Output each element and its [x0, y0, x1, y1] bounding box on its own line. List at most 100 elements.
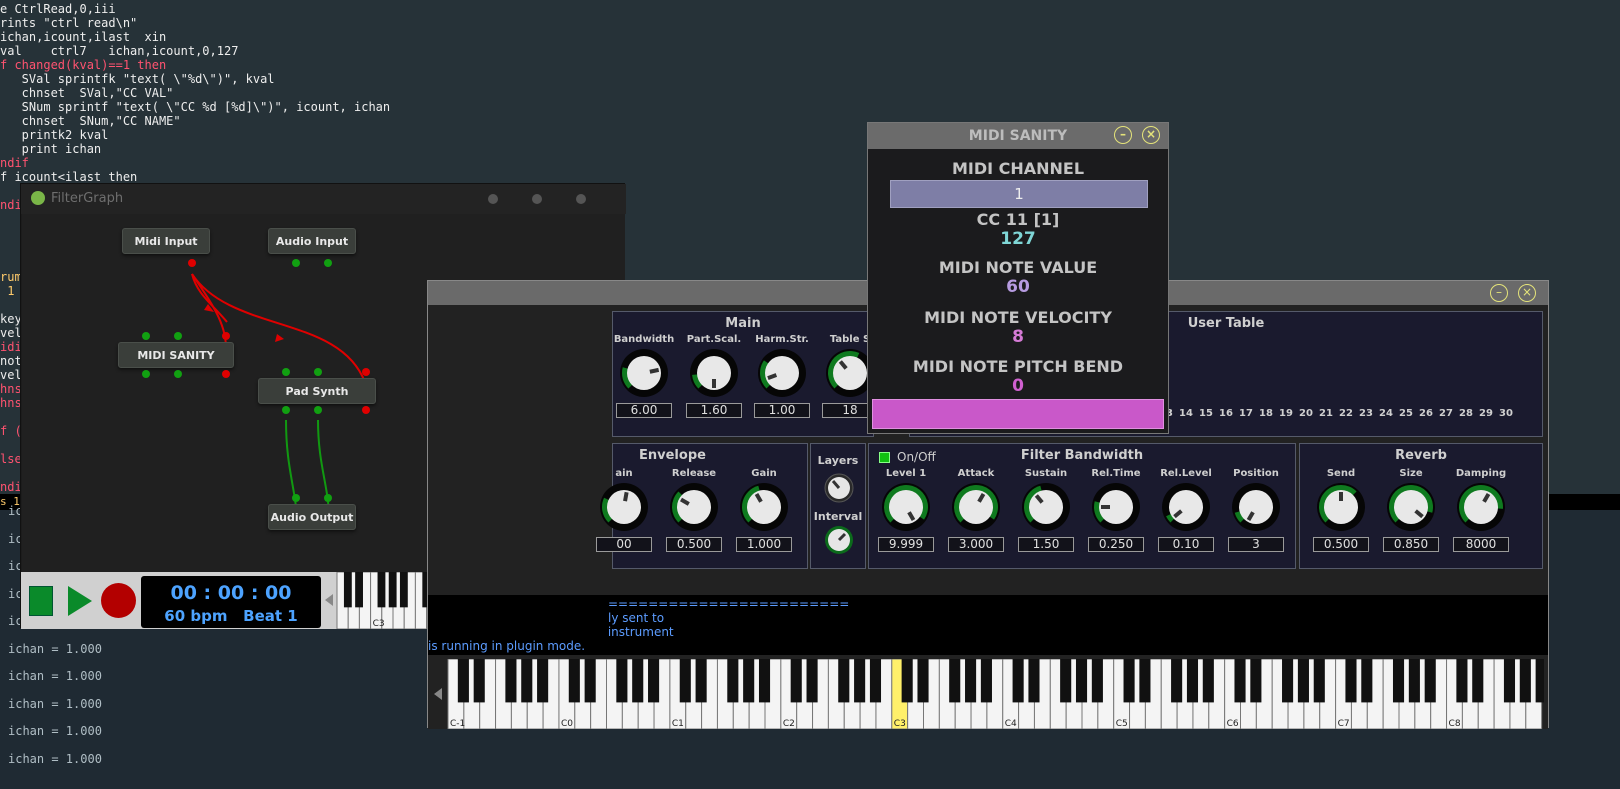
piano-black-key[interactable]: [1075, 659, 1088, 703]
rotary-knob[interactable]: [619, 348, 669, 398]
node-midi-input[interactable]: Midi Input: [122, 228, 210, 254]
piano-black-key[interactable]: [457, 659, 469, 703]
rotary-knob[interactable]: [1091, 482, 1141, 532]
scroll-left-icon[interactable]: [434, 688, 442, 700]
piano-black-key[interactable]: [377, 572, 386, 608]
close-icon[interactable]: ×: [1142, 126, 1160, 144]
rotary-knob[interactable]: [1231, 482, 1281, 532]
piano-black-key[interactable]: [1313, 659, 1325, 703]
piano-black-key[interactable]: [648, 659, 660, 703]
piano-black-key[interactable]: [1250, 659, 1262, 703]
knob-value-box[interactable]: 0.10: [1158, 537, 1214, 552]
knob-value-box[interactable]: 1.50: [1018, 537, 1074, 552]
piano-black-key[interactable]: [616, 659, 628, 703]
knob-value-box[interactable]: 9.999: [878, 537, 934, 552]
rotary-knob[interactable]: [1316, 482, 1366, 532]
node-in-pin[interactable]: [324, 494, 332, 502]
piano-black-key[interactable]: [355, 572, 363, 608]
piano-black-key[interactable]: [1060, 659, 1072, 703]
node-audio-input-out-pin[interactable]: [292, 259, 300, 267]
piano-black-key[interactable]: [537, 659, 549, 703]
piano-black-key[interactable]: [1234, 659, 1246, 703]
piano-black-key[interactable]: [505, 659, 517, 703]
node-in-pin[interactable]: [142, 332, 150, 340]
piano-black-key[interactable]: [695, 659, 707, 703]
piano-black-key[interactable]: [838, 659, 850, 703]
rotary-knob[interactable]: [669, 482, 719, 532]
minimize-icon[interactable]: [488, 194, 498, 204]
piano-black-key[interactable]: [1535, 659, 1544, 703]
scroll-left-icon[interactable]: [325, 594, 333, 606]
midi-channel-input[interactable]: 1: [890, 180, 1148, 208]
piano-black-key[interactable]: [1503, 659, 1516, 703]
piano-black-key[interactable]: [1202, 659, 1214, 703]
maximize-icon[interactable]: [532, 194, 542, 204]
piano-black-key[interactable]: [869, 659, 882, 703]
piano-black-key[interactable]: [1012, 659, 1024, 703]
node-pad-synth[interactable]: Pad Synth: [258, 378, 376, 404]
node-audio-input[interactable]: Audio Input: [268, 228, 356, 254]
piano-black-key[interactable]: [399, 572, 408, 608]
piano-black-key[interactable]: [584, 659, 596, 703]
record-button[interactable]: [101, 583, 136, 618]
rotary-knob[interactable]: [1021, 482, 1071, 532]
node-audio-input-out-pin[interactable]: [324, 259, 332, 267]
piano-black-key[interactable]: [1361, 659, 1373, 703]
close-icon[interactable]: ×: [1518, 284, 1536, 302]
piano-keyboard[interactable]: C-1 C0 C1 C2 C3 C4 C5 C6 C7 C8: [432, 659, 1544, 729]
piano-black-key[interactable]: [806, 659, 818, 703]
node-out-pin[interactable]: [142, 370, 150, 378]
knob-value-box[interactable]: 0.850: [1383, 537, 1439, 552]
piano-black-key[interactable]: [1345, 659, 1357, 703]
stop-button[interactable]: [29, 586, 53, 616]
knob-value-box[interactable]: 00: [596, 537, 652, 552]
midi-sanity-titlebar[interactable]: MIDI SANITY – ×: [868, 123, 1168, 149]
knob-value-box[interactable]: 1.00: [754, 403, 810, 418]
knob-value-box[interactable]: 0.500: [1313, 537, 1369, 552]
node-in-pin[interactable]: [314, 368, 322, 376]
piano-black-key[interactable]: [1171, 659, 1183, 703]
rotary-knob[interactable]: [881, 482, 931, 532]
node-in-pin[interactable]: [362, 368, 370, 376]
knob-value-box[interactable]: 1.60: [686, 403, 742, 418]
rotary-knob[interactable]: [1456, 482, 1506, 532]
node-in-pin[interactable]: [292, 494, 300, 502]
piano-black-key[interactable]: [343, 572, 352, 608]
minimize-icon[interactable]: –: [1490, 284, 1508, 302]
interval-knob[interactable]: [823, 524, 855, 556]
node-in-pin[interactable]: [282, 368, 290, 376]
piano-black-key[interactable]: [965, 659, 977, 703]
piano-black-key[interactable]: [1472, 659, 1484, 703]
node-out-pin[interactable]: [314, 406, 322, 414]
piano-black-key[interactable]: [790, 659, 802, 703]
filtergraph-titlebar[interactable]: FilterGraph: [21, 184, 626, 214]
piano-black-key[interactable]: [1123, 659, 1135, 703]
piano-black-key[interactable]: [632, 659, 644, 703]
rotary-knob[interactable]: [1386, 482, 1436, 532]
piano-black-key[interactable]: [1139, 659, 1151, 703]
piano-black-key[interactable]: [1091, 659, 1103, 703]
rotary-knob[interactable]: [1161, 482, 1211, 532]
knob-value-box[interactable]: 6.00: [616, 403, 672, 418]
pitch-bend-bar[interactable]: [872, 399, 1164, 429]
piano-black-key[interactable]: [521, 659, 533, 703]
piano-black-key[interactable]: [1519, 659, 1531, 703]
piano-black-key[interactable]: [1456, 659, 1468, 703]
piano-black-key[interactable]: [980, 659, 992, 703]
rotary-knob[interactable]: [689, 348, 739, 398]
knob-value-box[interactable]: 8000: [1453, 537, 1509, 552]
piano-black-key[interactable]: [854, 659, 866, 703]
piano-black-key[interactable]: [1028, 659, 1040, 703]
play-button[interactable]: [66, 584, 94, 618]
piano-black-key[interactable]: [758, 659, 771, 703]
piano-black-key[interactable]: [727, 659, 739, 703]
piano-black-key[interactable]: [743, 659, 755, 703]
piano-black-key[interactable]: [568, 659, 580, 703]
minimize-icon[interactable]: –: [1114, 126, 1132, 144]
piano-black-key[interactable]: [1282, 659, 1294, 703]
piano-black-key[interactable]: [949, 659, 961, 703]
piano-black-key[interactable]: [679, 659, 691, 703]
piano-black-key[interactable]: [1424, 659, 1436, 703]
rotary-knob[interactable]: [739, 482, 789, 532]
knob-value-box[interactable]: 3: [1228, 537, 1284, 552]
